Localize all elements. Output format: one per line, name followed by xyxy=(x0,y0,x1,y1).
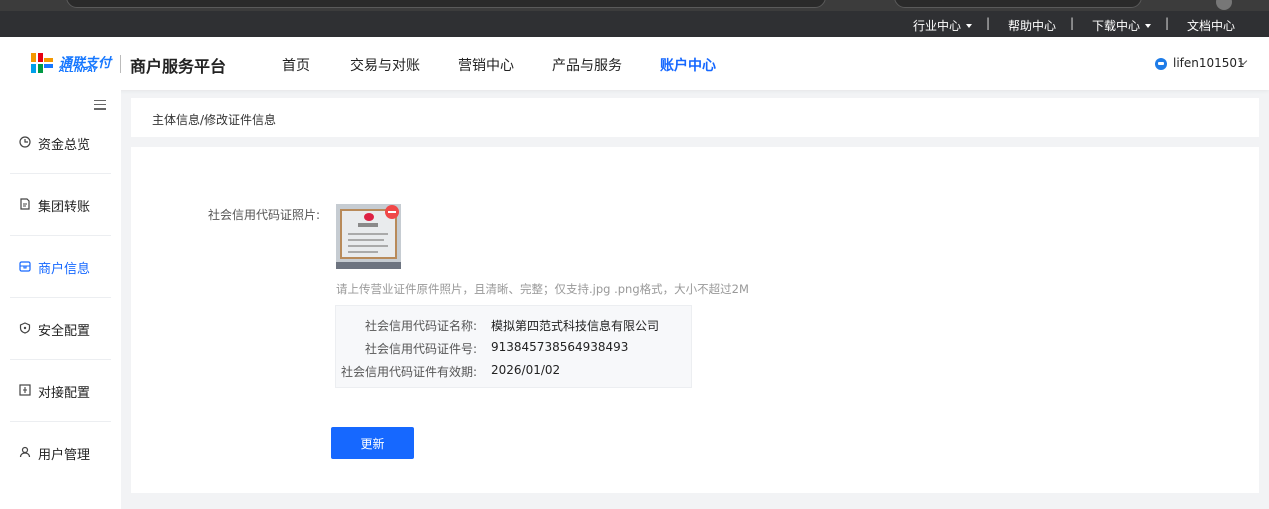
sidebar-item-label: 资金总览 xyxy=(38,138,91,153)
profile-icon[interactable] xyxy=(1216,0,1232,10)
info-key: 社会信用代码证件号: xyxy=(364,342,477,356)
caret-down-icon xyxy=(1145,23,1152,28)
info-key: 社会信用代码证件有效期: xyxy=(340,365,477,379)
photo-field-label: 社会信用代码证照片: xyxy=(208,208,321,222)
nav-account-center[interactable]: 账户中心 xyxy=(660,55,716,75)
docs-center-link[interactable]: 文档中心 xyxy=(1187,17,1235,34)
industry-center-link[interactable]: 行业中心 xyxy=(913,17,973,34)
sidebar-item-funds[interactable]: 资金总览 xyxy=(10,112,111,174)
clock-icon xyxy=(19,136,31,148)
sidebar-item-label: 商户信息 xyxy=(38,262,91,277)
shield-icon xyxy=(19,322,31,334)
sidebar-item-users[interactable]: 用户管理 xyxy=(10,422,111,484)
menu-toggle-icon[interactable] xyxy=(94,100,106,110)
divider xyxy=(120,55,121,73)
store-icon xyxy=(19,261,31,272)
info-value: 2026/01/02 xyxy=(491,363,561,377)
user-avatar-icon xyxy=(1155,58,1167,70)
certificate-info-box: 社会信用代码证名称: 模拟第四范式科技信息有限公司 社会信用代码证件号: 913… xyxy=(335,305,692,388)
info-row: 社会信用代码证名称: 模拟第四范式科技信息有限公司 xyxy=(336,314,693,334)
sidebar-item-integration[interactable]: 对接配置 xyxy=(10,360,111,422)
nav-products[interactable]: 产品与服务 xyxy=(552,55,622,75)
separator: | xyxy=(1070,16,1075,30)
info-row: 社会信用代码证件有效期: 2026/01/02 xyxy=(336,360,693,380)
sidebar-item-merchant-info[interactable]: 商户信息 xyxy=(10,236,111,298)
download-center-link[interactable]: 下载中心 xyxy=(1092,17,1152,34)
download-center-label: 下载中心 xyxy=(1092,19,1141,33)
separator: | xyxy=(986,16,991,30)
breadcrumb-card: 主体信息/修改证件信息 xyxy=(131,98,1259,137)
remove-photo-icon[interactable] xyxy=(385,205,399,219)
breadcrumb: 主体信息/修改证件信息 xyxy=(152,113,277,127)
sidebar-item-label: 对接配置 xyxy=(38,386,91,401)
utility-bar: 行业中心 | 帮助中心 | 下载中心 | 文档中心 xyxy=(0,11,1269,37)
platform-title: 商户服务平台 xyxy=(130,57,227,76)
info-key: 社会信用代码证名称: xyxy=(364,319,477,333)
user-icon xyxy=(19,446,31,458)
info-value: 913845738564938493 xyxy=(491,340,629,354)
nav-marketing[interactable]: 营销中心 xyxy=(458,55,514,75)
info-value: 模拟第四范式科技信息有限公司 xyxy=(491,319,660,333)
help-center-link[interactable]: 帮助中心 xyxy=(1008,17,1056,34)
browser-search-box[interactable] xyxy=(894,0,1142,8)
nav-home[interactable]: 首页 xyxy=(282,55,310,75)
certificate-form-card: 社会信用代码证照片: 请上传营业证件原件照片，且清晰、完整；仅支持.jpg .p… xyxy=(131,147,1259,493)
nav-transactions[interactable]: 交易与对账 xyxy=(350,55,420,75)
plug-icon xyxy=(19,384,31,396)
sidebar-item-label: 安全配置 xyxy=(38,324,91,339)
separator: | xyxy=(1165,16,1170,30)
caret-down-icon xyxy=(966,23,973,28)
update-button[interactable]: 更新 xyxy=(331,427,414,459)
document-icon xyxy=(20,198,30,210)
upload-hint: 请上传营业证件原件照片，且清晰、完整；仅支持.jpg .png格式，大小不超过2… xyxy=(336,282,749,296)
main-header: 通联支付 ALLINPAY 商户服务平台 首页 交易与对账 营销中心 产品与服务… xyxy=(0,37,1269,90)
info-row: 社会信用代码证件号: 913845738564938493 xyxy=(336,337,693,357)
address-bar[interactable] xyxy=(66,0,826,8)
browser-chrome xyxy=(0,0,1269,11)
sidebar: 资金总览 集团转账 商户信息 安全配置 对接配置 用户管理 xyxy=(0,90,121,509)
sidebar-item-security[interactable]: 安全配置 xyxy=(10,298,111,360)
sidebar-item-group-transfer[interactable]: 集团转账 xyxy=(10,174,111,236)
sidebar-item-label: 用户管理 xyxy=(38,448,91,463)
username[interactable]: lifen101501 xyxy=(1173,56,1245,70)
logo-text-en: ALLINPAY xyxy=(59,66,98,74)
sidebar-item-label: 集团转账 xyxy=(38,200,91,215)
industry-center-label: 行业中心 xyxy=(913,19,962,33)
